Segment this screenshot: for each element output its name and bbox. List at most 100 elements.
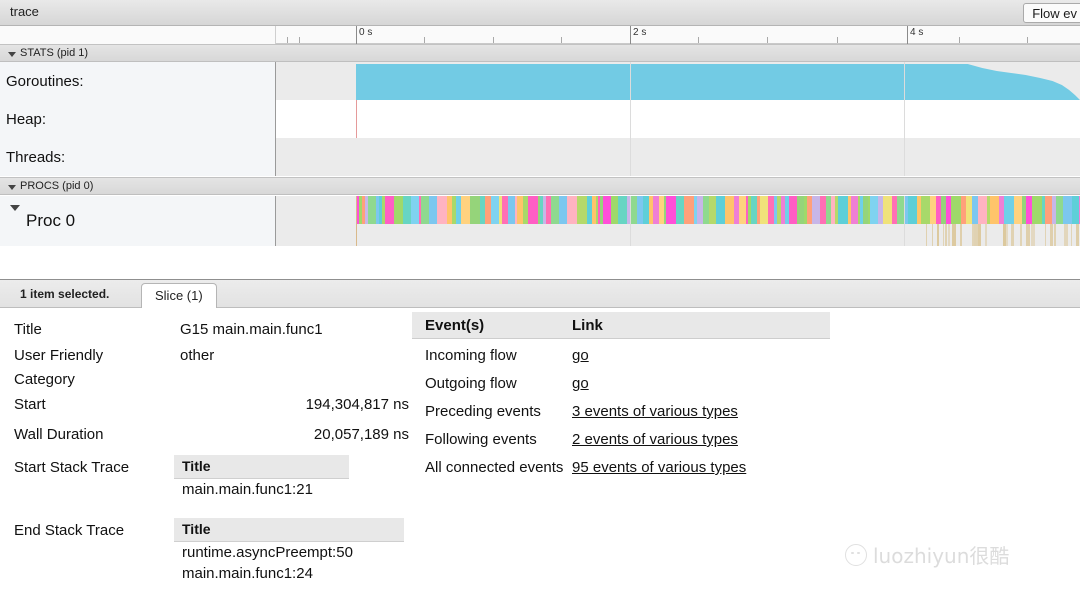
group-header-stats[interactable]: STATS (pid 1) — [0, 44, 1080, 62]
chevron-down-icon[interactable] — [10, 205, 20, 211]
proc-slice[interactable] — [421, 196, 429, 224]
event-link[interactable]: 3 events of various types — [572, 403, 738, 420]
event-link[interactable]: go — [572, 375, 589, 392]
proc-0-text: Proc 0 — [26, 211, 76, 230]
proc-slice[interactable] — [559, 196, 567, 224]
proc-subslice[interactable] — [1026, 224, 1030, 246]
event-link[interactable]: go — [572, 347, 589, 364]
proc-slice[interactable] — [684, 196, 694, 224]
tab-slice[interactable]: Slice (1) — [141, 283, 217, 309]
proc-subslice[interactable] — [932, 224, 933, 246]
proc-slice[interactable] — [368, 196, 376, 224]
proc-slice[interactable] — [528, 196, 538, 224]
proc-subslice[interactable] — [985, 224, 987, 246]
proc-subslice[interactable] — [952, 224, 956, 246]
proc-slice[interactable] — [760, 196, 768, 224]
track-goroutines[interactable]: Goroutines: — [0, 62, 1080, 100]
proc-slice[interactable] — [1014, 196, 1022, 224]
proc-subslice[interactable] — [960, 224, 962, 246]
timeline-ruler[interactable]: 0 s 2 s 4 s — [0, 26, 1080, 44]
gridline — [630, 62, 631, 100]
proc-slice[interactable] — [437, 196, 447, 224]
proc-slice[interactable] — [908, 196, 917, 224]
proc-slice[interactable] — [603, 196, 611, 224]
proc-subslice[interactable] — [1020, 224, 1022, 246]
track-threads-canvas[interactable] — [276, 138, 1080, 176]
proc-slice[interactable] — [716, 196, 725, 224]
proc-subslice[interactable] — [1011, 224, 1014, 246]
proc-slice[interactable] — [1032, 196, 1042, 224]
proc-slice[interactable] — [812, 196, 820, 224]
proc-subslice[interactable] — [937, 224, 939, 246]
track-proc-0[interactable]: Proc 0 — [0, 196, 1080, 246]
proc-subslice[interactable] — [1006, 224, 1008, 246]
proc-slice[interactable] — [470, 196, 480, 224]
proc-slice[interactable] — [411, 196, 419, 224]
proc-slice[interactable] — [429, 196, 437, 224]
track-heap[interactable]: Heap: — [0, 100, 1080, 138]
event-link[interactable]: 2 events of various types — [572, 431, 738, 448]
proc-subslice[interactable] — [978, 224, 981, 246]
track-proc-0-canvas[interactable] — [276, 196, 1080, 246]
proc-slice[interactable] — [897, 196, 904, 224]
proc-subslice[interactable] — [945, 224, 947, 246]
proc-slice[interactable] — [676, 196, 684, 224]
ruler-gutter — [0, 26, 276, 44]
proc-slice[interactable] — [567, 196, 577, 224]
proc-slice[interactable] — [921, 196, 930, 224]
proc-subslice[interactable] — [1077, 224, 1079, 246]
proc-subslice[interactable] — [1050, 224, 1053, 246]
proc-slice[interactable] — [666, 196, 676, 224]
event-link-cell: go — [572, 372, 589, 395]
proc-slice[interactable] — [508, 196, 515, 224]
proc-subslice[interactable] — [948, 224, 950, 246]
proc-slice[interactable] — [1056, 196, 1063, 224]
proc-slice[interactable] — [709, 196, 716, 224]
proc-slice[interactable] — [978, 196, 987, 224]
proc-subslice[interactable] — [1071, 224, 1072, 246]
proc-subslice[interactable] — [1031, 224, 1035, 246]
proc-slice[interactable] — [797, 196, 804, 224]
event-link[interactable]: 95 events of various types — [572, 459, 746, 476]
proc-slice[interactable] — [394, 196, 403, 224]
proc-subslice-strip[interactable] — [926, 224, 1080, 246]
proc-slice[interactable] — [725, 196, 734, 224]
pane-splitter[interactable] — [0, 256, 1080, 280]
event-link-cell: 2 events of various types — [572, 428, 738, 451]
proc-slice[interactable] — [577, 196, 587, 224]
proc-slice[interactable] — [461, 196, 470, 224]
proc-subslice[interactable] — [1045, 224, 1046, 246]
proc-slice[interactable] — [1063, 196, 1072, 224]
proc-subslice[interactable] — [1064, 224, 1068, 246]
proc-slice[interactable] — [491, 196, 499, 224]
proc-slice[interactable] — [611, 196, 618, 224]
proc-slice[interactable] — [789, 196, 797, 224]
proc-slice[interactable] — [403, 196, 411, 224]
proc-slice[interactable] — [1072, 196, 1079, 224]
proc-slice[interactable] — [1045, 196, 1052, 224]
proc-slice[interactable] — [951, 196, 961, 224]
proc-slice[interactable] — [551, 196, 559, 224]
track-threads[interactable]: Threads: — [0, 138, 1080, 176]
proc-slice[interactable] — [618, 196, 627, 224]
proc-subslice[interactable] — [926, 224, 927, 246]
proc-slice-strip[interactable] — [356, 196, 1080, 224]
track-proc-0-label: Proc 0 — [0, 196, 276, 246]
proc-subslice[interactable] — [1054, 224, 1056, 246]
proc-slice[interactable] — [1004, 196, 1014, 224]
track-heap-canvas[interactable] — [276, 100, 1080, 138]
chevron-down-icon[interactable] — [8, 52, 16, 57]
proc-slice[interactable] — [870, 196, 878, 224]
flow-events-button[interactable]: Flow ev — [1023, 3, 1080, 23]
chevron-down-icon[interactable] — [8, 185, 16, 190]
proc-slice[interactable] — [385, 196, 394, 224]
proc-slice[interactable] — [739, 196, 746, 224]
proc-slice[interactable] — [883, 196, 892, 224]
proc-subslice[interactable] — [943, 224, 944, 246]
track-goroutines-canvas[interactable] — [276, 62, 1080, 100]
proc-slice[interactable] — [838, 196, 848, 224]
proc-slice[interactable] — [851, 196, 858, 224]
proc-slice[interactable] — [630, 196, 637, 224]
group-header-procs[interactable]: PROCS (pid 0) — [0, 177, 1080, 195]
proc-slice[interactable] — [990, 196, 999, 224]
